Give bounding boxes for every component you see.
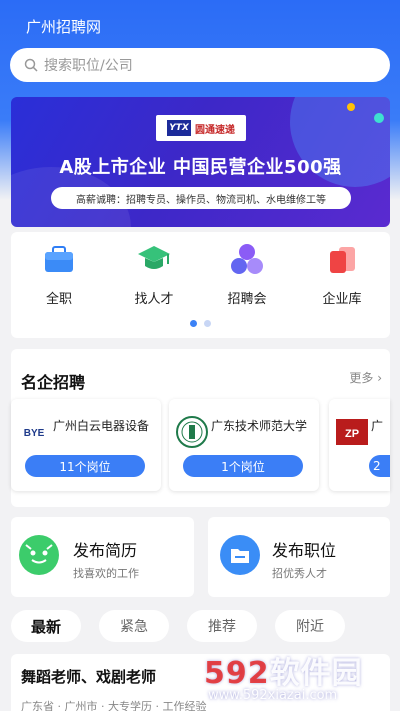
- job-filter-tabs: 最新 紧急 推荐 附近: [11, 610, 390, 642]
- job-list-item[interactable]: 舞蹈老师、戏剧老师 广东省 · 广州市 · 大专学历 · 工作经验: [11, 654, 390, 711]
- post-resume-card[interactable]: 发布简历 找喜欢的工作: [11, 517, 194, 597]
- quick-item-talent[interactable]: 找人才: [124, 242, 184, 307]
- company-jobs-button[interactable]: 2: [369, 455, 390, 477]
- company-logo-bye: BYE: [17, 415, 51, 449]
- tab-nearby[interactable]: 附近: [275, 610, 345, 642]
- chevron-right-icon: ›: [377, 371, 382, 385]
- action-title: 发布简历: [73, 541, 138, 560]
- job-title: 舞蹈老师、戏剧老师: [21, 668, 157, 686]
- bye-logo-text: BYE: [24, 428, 45, 439]
- company-card[interactable]: ZP 广 2: [329, 399, 390, 491]
- quick-label: 找人才: [134, 292, 174, 307]
- pager-dot-active[interactable]: [190, 320, 197, 327]
- company-logo-zp: ZP: [335, 415, 369, 449]
- company-jobs-button[interactable]: 1个岗位: [183, 455, 303, 477]
- famous-companies-section: 名企招聘 更多 › BYE 广州白云电器设备 11个岗位 广东技术师范大学 1个…: [11, 349, 390, 507]
- promo-banner[interactable]: YTX 圆通速递 A股上市企业 中国民营企业500强 高薪诚聘：招聘专员、操作员…: [11, 97, 390, 227]
- people-group-icon: [230, 242, 264, 276]
- action-subtitle: 找喜欢的工作: [73, 567, 139, 580]
- search-icon: [24, 58, 38, 72]
- company-name: 广东技术师范大学: [211, 419, 308, 433]
- job-meta: 广东省 · 广州市 · 大专学历 · 工作经验: [21, 700, 207, 711]
- quick-label: 招聘会: [227, 292, 267, 307]
- ytx-logo-mark: YTX: [167, 120, 191, 136]
- folder-icon: [220, 535, 260, 575]
- action-subtitle: 招优秀人才: [272, 567, 327, 580]
- post-job-card[interactable]: 发布职位 招优秀人才: [208, 517, 390, 597]
- company-name: 广: [371, 419, 384, 433]
- quick-item-jobfair[interactable]: 招聘会: [217, 242, 277, 307]
- graduation-cap-icon: [137, 242, 171, 276]
- carousel-pager: [11, 320, 390, 327]
- company-name: 广州白云电器设备: [53, 419, 150, 433]
- company-card[interactable]: 广东技术师范大学 1个岗位: [169, 399, 319, 491]
- quick-item-fulltime[interactable]: 全职: [29, 242, 89, 307]
- building-cards-icon: [325, 242, 359, 276]
- action-title: 发布职位: [272, 541, 337, 560]
- banner-logo: YTX 圆通速递: [156, 115, 246, 141]
- banner-subline: 高薪诚聘：招聘专员、操作员、物流司机、水电维修工等: [51, 187, 351, 209]
- pager-dot[interactable]: [204, 320, 211, 327]
- company-jobs-button[interactable]: 11个岗位: [25, 455, 145, 477]
- banner-headline: A股上市企业 中国民营企业500强: [59, 157, 342, 178]
- company-card[interactable]: BYE 广州白云电器设备 11个岗位: [11, 399, 161, 491]
- quick-label: 全职: [45, 292, 72, 307]
- ytx-logo-text: 圆通速递: [195, 124, 235, 136]
- tab-latest[interactable]: 最新: [11, 610, 81, 642]
- quick-menu: 全职 找人才 招聘会 企业库: [11, 232, 390, 338]
- tab-recommended[interactable]: 推荐: [187, 610, 257, 642]
- search-input[interactable]: 搜索职位/公司: [10, 48, 390, 82]
- resume-face-icon: [19, 535, 59, 575]
- quick-item-companies[interactable]: 企业库: [312, 242, 372, 307]
- app-title: 广州招聘网: [26, 18, 102, 36]
- quick-label: 企业库: [322, 292, 362, 307]
- zp-logo-text: ZP: [345, 428, 359, 440]
- banner-decor-dot: [374, 113, 384, 123]
- section-title: 名企招聘: [21, 373, 86, 392]
- more-label: 更多: [349, 371, 374, 385]
- tab-urgent[interactable]: 紧急: [99, 610, 169, 642]
- search-placeholder: 搜索职位/公司: [44, 58, 133, 74]
- briefcase-icon: [42, 242, 76, 276]
- banner-decor-dot: [347, 103, 355, 111]
- more-link[interactable]: 更多 ›: [349, 369, 382, 386]
- university-seal-icon: [175, 415, 209, 449]
